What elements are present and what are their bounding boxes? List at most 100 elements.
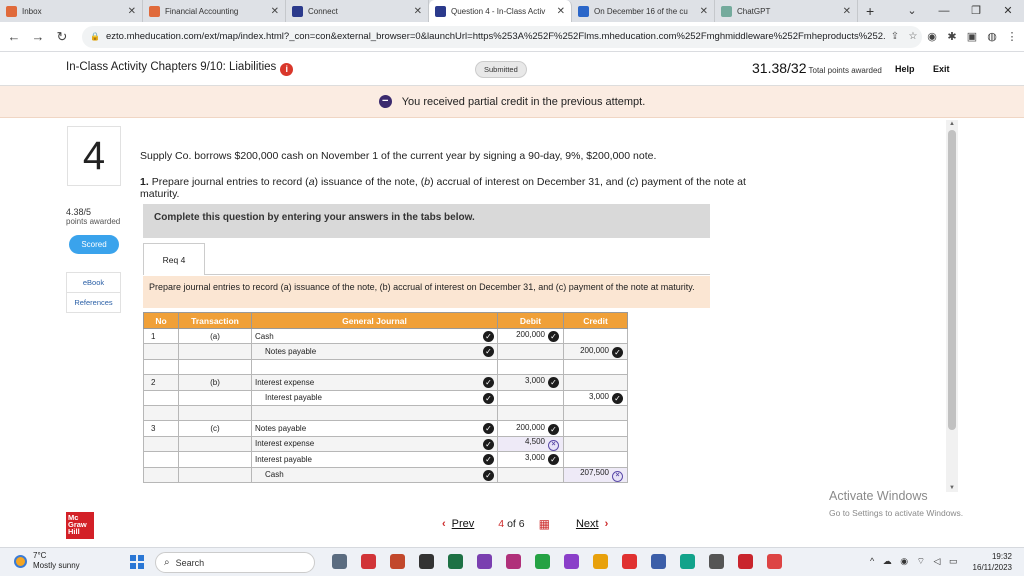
cell-credit[interactable]: 3,000 ✓ [563,389,628,406]
tab-search-icon[interactable]: ⌄ [896,0,928,22]
ebook-link[interactable]: eBook [67,273,120,292]
cell-transaction: (b) [178,374,252,391]
extension-icon[interactable]: ◉ [922,30,942,43]
minimize-icon[interactable]: — [928,0,960,22]
cell-debit[interactable] [497,466,564,483]
cell-debit[interactable]: 3,000 ✓ [497,374,564,391]
scroll-thumb[interactable] [948,130,956,430]
cell-account[interactable] [251,404,498,422]
browser-tab[interactable]: Question 4 - In-Class Activ ✕ [429,0,572,22]
word-icon[interactable] [390,554,405,569]
page-scrollbar[interactable]: ▲ ▼ [946,120,958,492]
browser-tab[interactable]: On December 16 of the cu ✕ [572,0,715,22]
exit-link[interactable]: Exit [933,64,950,74]
cell-credit[interactable]: 200,000 ✓ [563,343,628,360]
cell-credit[interactable] [563,404,628,422]
cell-account[interactable]: Notes payable ✓ [251,420,498,437]
sidepanel-icon[interactable]: ▣ [962,30,982,43]
tab-close-icon[interactable]: ✕ [271,6,279,17]
cell-debit[interactable]: 200,000 ✓ [497,327,564,345]
url-text[interactable]: ezto.mheducation.com/ext/map/index.html?… [106,31,886,42]
cell-account[interactable]: Interest payable ✓ [251,389,498,406]
tab-close-icon[interactable]: ✕ [700,6,708,17]
app-icon[interactable] [361,554,376,569]
chevron-right-icon[interactable]: › [605,518,609,530]
browser-tab[interactable]: Connect ✕ [286,0,429,22]
back-icon[interactable]: ← [4,29,24,44]
tab-close-icon[interactable]: ✕ [843,6,851,17]
browser-tab[interactable]: ChatGPT ✕ [715,0,858,22]
clock[interactable]: 19:32 16/11/2023 [973,551,1012,573]
bookmark-star-icon[interactable]: ☆ [904,31,922,42]
app-icon[interactable] [419,554,434,569]
windows-start-icon[interactable] [130,555,144,569]
browser-tab[interactable]: Financial Accounting ✕ [143,0,286,22]
cell-credit[interactable] [563,358,628,376]
cell-credit[interactable] [563,420,628,437]
file-explorer-icon[interactable] [332,554,347,569]
chevron-left-icon[interactable]: ‹ [442,518,446,530]
browser-tab[interactable]: Inbox ✕ [0,0,143,22]
cell-account[interactable]: Interest expense ✓ [251,374,498,391]
cell-debit[interactable] [497,404,564,422]
weather-widget[interactable]: 7°C Mostly sunny [14,551,80,571]
debit-value: 4,500 [524,436,545,446]
cell-debit[interactable] [497,389,564,406]
cell-credit[interactable] [563,327,628,345]
edge-icon[interactable] [680,554,695,569]
references-link[interactable]: References [67,292,120,312]
cell-account[interactable] [251,358,498,376]
cell-credit[interactable] [563,451,628,468]
next-button[interactable]: Next [576,518,599,530]
share-icon[interactable]: ⇪ [886,31,904,42]
close-window-icon[interactable]: ✕ [992,0,1024,22]
help-link[interactable]: Help [895,64,915,74]
taskbar-search[interactable]: ⌕ Search [155,552,315,573]
forward-icon[interactable]: → [28,29,48,44]
app-header: In-Class Activity Chapters 9/10: Liabili… [0,52,1024,86]
system-tray[interactable]: ^ ☁ ◉ ⌔ ◁ ▭ [870,556,960,567]
restore-icon[interactable]: ❐ [960,0,992,22]
cell-account[interactable]: Interest expense ✓ [251,435,498,453]
cell-credit[interactable] [563,435,628,453]
tab-req-4[interactable]: Req 4 [143,243,205,275]
app-icon[interactable] [767,554,782,569]
url-field[interactable]: 🔒 ezto.mheducation.com/ext/map/index.htm… [82,25,922,48]
cell-debit[interactable]: 3,000 ✓ [497,451,564,468]
puzzle-icon[interactable]: ✱ [942,30,962,43]
app-icon[interactable] [506,554,521,569]
info-icon[interactable]: i [280,63,294,76]
table-row: Notes payable ✓ 200,000 ✓ [143,343,628,360]
prev-button[interactable]: Prev [452,518,475,530]
app-icon[interactable] [622,554,637,569]
tab-close-icon[interactable]: ✕ [557,6,565,17]
menu-icon[interactable]: ⋮ [1002,30,1022,43]
cell-debit[interactable]: 200,000 ✓ [497,420,564,437]
cell-debit[interactable] [497,343,564,360]
cell-account[interactable]: Interest payable ✓ [251,451,498,468]
profile-icon[interactable]: ◍ [982,30,1002,43]
chrome-icon[interactable] [593,554,608,569]
reload-icon[interactable]: ↻ [52,29,72,45]
app-icon[interactable] [477,554,492,569]
scroll-up-icon[interactable]: ▲ [946,121,958,127]
cell-account[interactable]: Cash ✓ [251,466,498,483]
cell-credit[interactable]: 207,500 × [563,466,628,483]
cell-account[interactable]: Notes payable ✓ [251,343,498,360]
cell-credit[interactable] [563,374,628,391]
cell-debit[interactable] [497,358,564,376]
app-icon[interactable] [738,554,753,569]
whatsapp-icon[interactable] [535,554,550,569]
tab-close-icon[interactable]: ✕ [414,6,422,17]
tab-favicon-icon [435,5,446,17]
new-tab-icon[interactable]: + [866,0,874,22]
tab-close-icon[interactable]: ✕ [128,6,136,17]
cell-account[interactable]: Cash ✓ [251,327,498,345]
excel-icon[interactable] [448,554,463,569]
calculator-icon[interactable] [709,554,724,569]
app-icon[interactable] [651,554,666,569]
app-icon[interactable] [564,554,579,569]
grid-icon[interactable]: ▦ [539,517,550,531]
cell-debit[interactable]: 4,500 × [497,435,564,453]
lock-icon[interactable]: 🔒 [90,32,100,41]
